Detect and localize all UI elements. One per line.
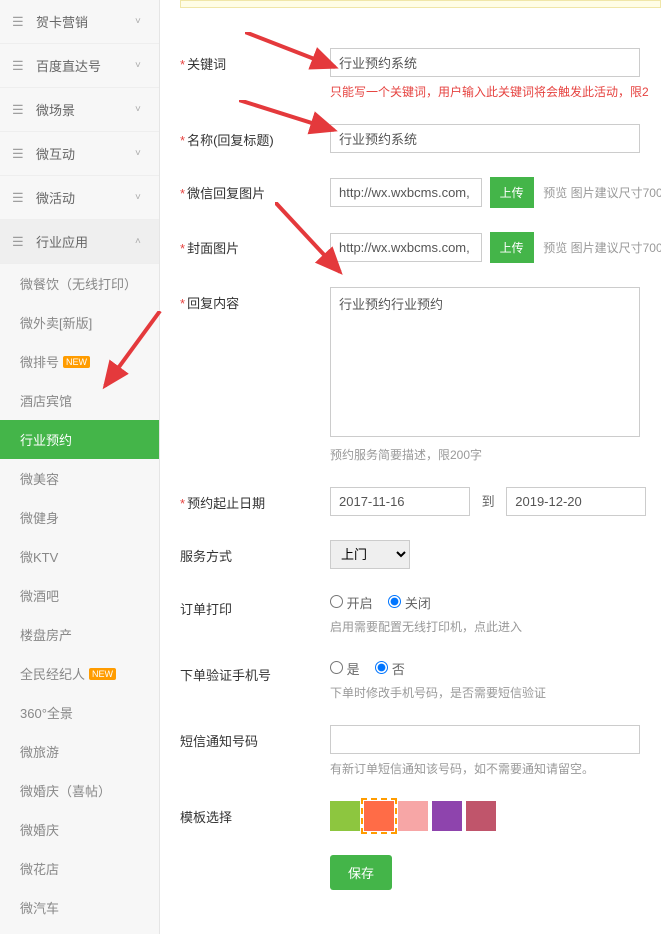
sidebar-sub-item[interactable]: 微婚庆（喜帖）	[0, 771, 159, 810]
sidebar-sub-item[interactable]: 微花店	[0, 849, 159, 888]
upload-cover-image-button[interactable]: 上传	[490, 232, 534, 263]
sidebar-sub-item[interactable]: 微排号NEW	[0, 342, 159, 381]
label-keyword: *关键词	[180, 48, 330, 73]
hint-sms: 有新订单短信通知该号码，如不需要通知请留空。	[330, 760, 661, 777]
template-color-swatch[interactable]	[330, 801, 360, 831]
hint-print: 启用需要配置无线打印机，点此进入	[330, 618, 661, 635]
label-print: 订单打印	[180, 593, 330, 618]
nav-item-card[interactable]: ☰贺卡营销˅	[0, 0, 159, 44]
label-service-mode: 服务方式	[180, 540, 330, 565]
select-service-mode[interactable]: 上门	[330, 540, 410, 569]
sidebar-sub-item[interactable]: 楼盘房产	[0, 615, 159, 654]
hint-keyword: 只能写一个关键词，用户输入此关键词将会触发此活动，限2	[330, 83, 661, 100]
sidebar-sub-item[interactable]: 微旅游	[0, 732, 159, 771]
chevron-down-icon: ˅	[135, 148, 147, 159]
nav-item-industry[interactable]: ☰行业应用˄	[0, 220, 159, 264]
notice-bar	[180, 0, 661, 8]
template-color-swatch[interactable]	[364, 801, 394, 831]
input-name[interactable]	[330, 124, 640, 153]
template-color-swatch[interactable]	[466, 801, 496, 831]
sidebar-sub-item[interactable]: 酒店宾馆	[0, 381, 159, 420]
textarea-content[interactable]	[330, 287, 640, 437]
label-date-range: *预约起止日期	[180, 487, 330, 512]
nav-item-scene[interactable]: ☰微场景˅	[0, 88, 159, 132]
sidebar-sub-item[interactable]: 微外卖[新版]	[0, 303, 159, 342]
new-badge: NEW	[89, 668, 116, 680]
sidebar-sub-item[interactable]: 微餐饮（无线打印）	[0, 264, 159, 303]
chevron-down-icon: ˅	[135, 16, 147, 27]
radio-verify-yes[interactable]: 是	[330, 662, 360, 677]
input-date-start[interactable]	[330, 487, 470, 516]
label-content: *回复内容	[180, 287, 330, 312]
sidebar-sub-item[interactable]: 微健身	[0, 498, 159, 537]
label-name: *名称(回复标题)	[180, 124, 330, 149]
sidebar: ☰贺卡营销˅☰百度直达号˅☰微场景˅☰微互动˅☰微活动˅☰行业应用˄ 微餐饮（无…	[0, 0, 160, 934]
input-wechat-image[interactable]	[330, 178, 482, 207]
upload-wechat-image-button[interactable]: 上传	[490, 177, 534, 208]
nav-item-activity[interactable]: ☰微活动˅	[0, 176, 159, 220]
template-color-swatch[interactable]	[398, 801, 428, 831]
label-cover-image: *封面图片	[180, 232, 330, 257]
radio-print-on[interactable]: 开启	[330, 596, 373, 611]
label-template: 模板选择	[180, 801, 330, 826]
baidu-icon: ☰	[12, 58, 28, 74]
label-sms: 短信通知号码	[180, 725, 330, 750]
input-date-end[interactable]	[506, 487, 646, 516]
sidebar-sub-item[interactable]: 微婚庆	[0, 810, 159, 849]
radio-verify-no[interactable]: 否	[375, 662, 405, 677]
input-keyword[interactable]	[330, 48, 640, 77]
sidebar-sub-item[interactable]: 行业预约	[0, 420, 159, 459]
scene-icon: ☰	[12, 102, 28, 118]
chevron-up-icon: ˄	[135, 236, 147, 247]
input-sms[interactable]	[330, 725, 640, 754]
input-cover-image[interactable]	[330, 233, 482, 262]
new-badge: NEW	[63, 356, 90, 368]
sidebar-sub-item[interactable]: 微美容	[0, 459, 159, 498]
date-separator: 到	[482, 494, 495, 509]
hint-wechat-image: 预览 图片建议尺寸700	[543, 186, 661, 200]
sidebar-sub-item[interactable]: 全民经纪人NEW	[0, 654, 159, 693]
hint-content: 预约服务简要描述，限200字	[330, 446, 661, 463]
nav-item-baidu[interactable]: ☰百度直达号˅	[0, 44, 159, 88]
industry-icon: ☰	[12, 234, 28, 250]
chevron-down-icon: ˅	[135, 104, 147, 115]
chevron-down-icon: ˅	[135, 192, 147, 203]
sidebar-sub-item[interactable]: 微KTV	[0, 537, 159, 576]
save-button[interactable]: 保存	[330, 855, 392, 890]
label-wechat-image: *微信回复图片	[180, 177, 330, 202]
interact-icon: ☰	[12, 146, 28, 162]
chevron-down-icon: ˅	[135, 60, 147, 71]
nav-item-interact[interactable]: ☰微互动˅	[0, 132, 159, 176]
sidebar-sub-item[interactable]: 360°全景	[0, 693, 159, 732]
template-color-swatch[interactable]	[432, 801, 462, 831]
main-form: *关键词 只能写一个关键词，用户输入此关键词将会触发此活动，限2 *名称(回复标…	[160, 0, 661, 934]
sidebar-sub-item[interactable]: 微汽车	[0, 888, 159, 927]
sidebar-sub-item[interactable]: 微酒吧	[0, 576, 159, 615]
hint-verify: 下单时修改手机号码，是否需要短信验证	[330, 684, 661, 701]
label-verify-phone: 下单验证手机号	[180, 659, 330, 684]
radio-print-off[interactable]: 关闭	[388, 596, 431, 611]
card-icon: ☰	[12, 14, 28, 30]
activity-icon: ☰	[12, 190, 28, 206]
hint-cover-image: 预览 图片建议尺寸700	[543, 241, 661, 255]
